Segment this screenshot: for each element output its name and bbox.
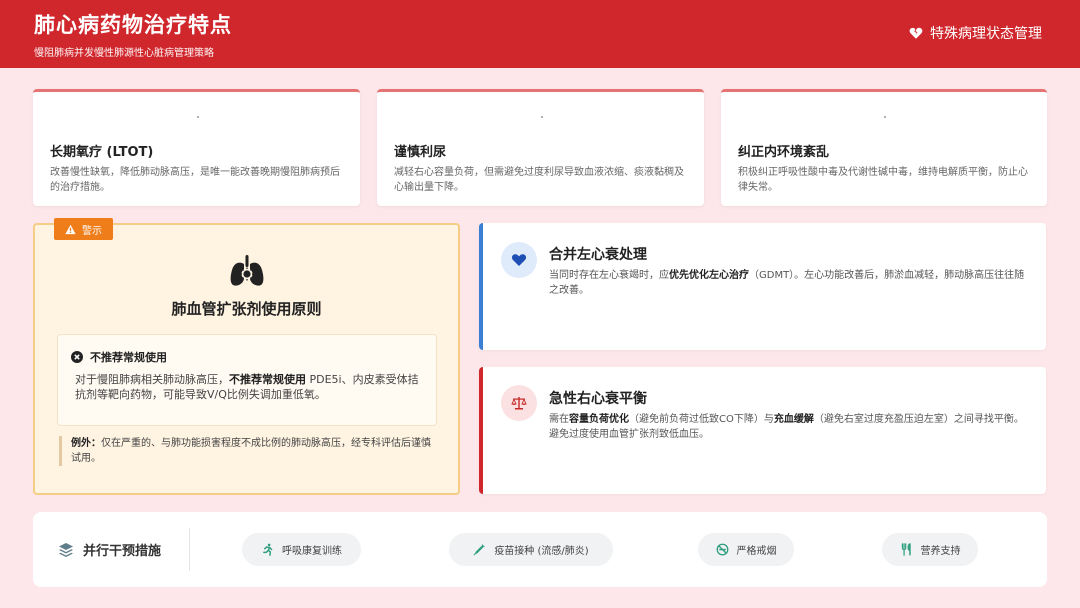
pill-vaccination[interactable]: 疫苗接种 (流感/肺炎) xyxy=(449,533,613,566)
pill-respiratory-rehab[interactable]: 呼吸康复训练 xyxy=(242,533,361,566)
heart-crack-icon xyxy=(909,27,923,39)
card-title: 长期氧疗 (LTOT) xyxy=(50,145,154,160)
running-icon xyxy=(263,543,273,556)
warning-title: 肺血管扩张剂使用原则 xyxy=(171,300,322,318)
card-description: 积极纠正呼吸性酸中毒及代谢性碱中毒，维持电解质平衡，防止心律失常。 xyxy=(738,167,1028,193)
card-acute-right-heart-failure: 急性右心衰平衡 需在容量负荷优化（避免前负荷过低致CO下降）与充血缓解（避免右室… xyxy=(479,367,1046,494)
card-title: 纠正内环境紊乱 xyxy=(738,145,830,160)
exception-text: 仅在严重的、与肺功能损害程度不成比例的肺动脉高压，经专科评估后谨慎试用。 xyxy=(71,438,431,464)
text-segment: （避免前负荷过低致CO下降）与 xyxy=(629,414,774,425)
card-description: 改善慢性缺氧，降低肺动脉高压，是唯一能改善晚期慢阻肺病预后的治疗措施。 xyxy=(50,167,340,193)
heart-icon xyxy=(511,254,527,266)
not-recommended-heading: 不推荐常规使用 xyxy=(71,349,167,365)
card-title: 合并左心衰处理 xyxy=(549,247,647,263)
syringe-icon xyxy=(474,544,486,556)
card-title: 谨慎利尿 xyxy=(394,145,447,160)
close-circle-icon xyxy=(71,351,83,363)
header-section-label: 特殊病理状态管理 xyxy=(909,23,1042,43)
pill-label: 疫苗接种 (流感/肺炎) xyxy=(494,546,589,557)
icon-badge xyxy=(501,242,537,278)
card-left-heart-failure: 合并左心衰处理 当同时存在左心衰竭时，应优先优化左心治疗（GDMT）。左心功能改… xyxy=(479,223,1046,350)
not-recommended-text: 对于慢阻肺病相关肺动脉高压，不推荐常规使用 PDE5i、内皮素受体拮抗剂等靶向药… xyxy=(75,372,422,402)
text-segment: 对于慢阻肺病相关肺动脉高压， xyxy=(75,373,229,386)
text-emphasis: 充血缓解 xyxy=(773,414,814,425)
no-smoking-icon xyxy=(716,543,728,556)
card-description: 当同时存在左心衰竭时，应优先优化左心治疗（GDMT）。左心功能改善后，肺淤血减轻… xyxy=(549,268,1032,298)
page-subtitle: 慢阻肺病并发慢性肺源性心脏病管理策略 xyxy=(34,48,214,59)
balance-scale-icon xyxy=(511,397,527,410)
divider xyxy=(189,528,190,571)
icon-badge xyxy=(501,385,537,421)
bar-label: 并行干预措施 xyxy=(58,540,161,559)
card-icon-placeholder xyxy=(540,116,543,118)
card-homeostasis: 纠正内环境紊乱 积极纠正呼吸性酸中毒及代谢性碱中毒，维持电解质平衡，防止心律失常… xyxy=(721,89,1047,206)
exception-label: 例外： xyxy=(71,438,101,449)
card-description: 减轻右心容量负荷，但需避免过度利尿导致血液浓缩、痰液黏稠及心输出量下降。 xyxy=(394,167,684,193)
warning-card: 警示 肺血管扩张剂使用原则 不推荐常规使用 对于慢阻肺病相关肺动脉高压，不推荐常… xyxy=(33,218,460,495)
warning-tag: 警示 xyxy=(54,218,113,240)
pill-label: 呼吸康复训练 xyxy=(282,546,342,557)
card-diuresis: 谨慎利尿 减轻右心容量负荷，但需避免过度利尿导致血液浓缩、痰液黏稠及心输出量下降… xyxy=(377,89,704,206)
utensils-icon xyxy=(901,543,911,556)
bar-label-text: 并行干预措施 xyxy=(83,544,162,559)
not-recommended-box: 不推荐常规使用 对于慢阻肺病相关肺动脉高压，不推荐常规使用 PDE5i、内皮素受… xyxy=(57,334,437,426)
lungs-virus-icon xyxy=(230,255,264,286)
text-segment: 当同时存在左心衰竭时，应 xyxy=(549,270,669,281)
text-emphasis: 容量负荷优化 xyxy=(569,414,629,425)
exception-note: 例外：仅在严重的、与肺功能损害程度不成比例的肺动脉高压，经专科评估后谨慎试用。 xyxy=(59,436,438,466)
header-bar: 肺心病药物治疗特点 慢阻肺病并发慢性肺源性心脏病管理策略 特殊病理状态管理 xyxy=(0,0,1080,68)
card-icon-placeholder xyxy=(196,116,199,118)
parallel-interventions-bar: 并行干预措施 呼吸康复训练 疫苗接种 (流感/肺炎) 严格戒烟 营养支持 xyxy=(33,512,1047,587)
card-title: 急性右心衰平衡 xyxy=(549,391,647,407)
page-title: 肺心病药物治疗特点 xyxy=(34,13,232,37)
warning-triangle-icon xyxy=(65,224,76,234)
text-segment: 需在 xyxy=(549,414,569,425)
card-description: 需在容量负荷优化（避免前负荷过低致CO下降）与充血缓解（避免右室过度充盈压迫左室… xyxy=(549,412,1032,442)
pill-nutrition-support[interactable]: 营养支持 xyxy=(882,533,978,566)
not-recommended-title: 不推荐常规使用 xyxy=(90,351,167,364)
pill-label: 营养支持 xyxy=(920,546,961,557)
header-section-text: 特殊病理状态管理 xyxy=(930,26,1042,42)
pill-smoking-cessation[interactable]: 严格戒烟 xyxy=(698,533,794,566)
text-emphasis: 不推荐常规使用 xyxy=(229,373,306,386)
layers-icon xyxy=(59,542,73,557)
card-icon-placeholder xyxy=(884,116,886,118)
card-oxygen-therapy: 长期氧疗 (LTOT) 改善慢性缺氧，降低肺动脉高压，是唯一能改善晚期慢阻肺病预… xyxy=(33,89,360,206)
warning-tag-label: 警示 xyxy=(82,225,102,237)
text-emphasis: 优先优化左心治疗 xyxy=(669,270,749,281)
pill-label: 严格戒烟 xyxy=(736,546,777,557)
